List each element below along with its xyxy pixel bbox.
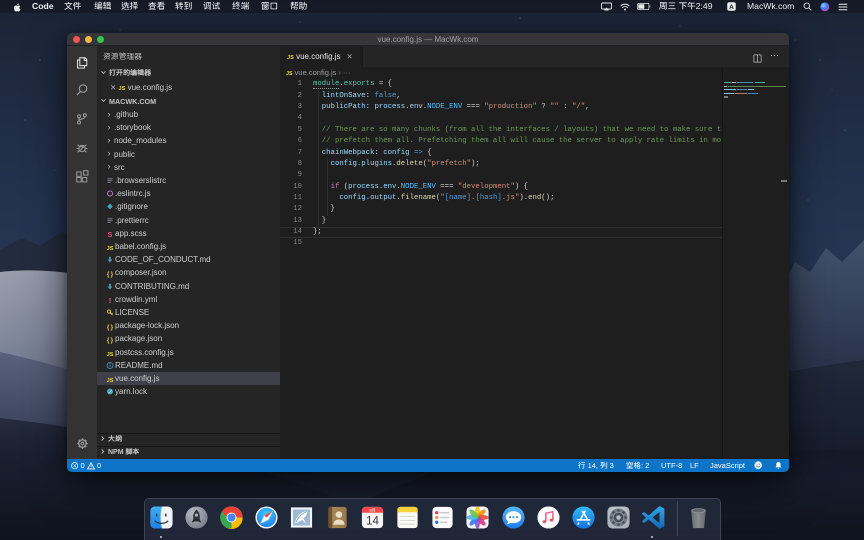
svg-text:A: A [729, 4, 734, 11]
svg-text:14: 14 [366, 516, 379, 528]
svg-text:8月: 8月 [369, 507, 375, 512]
